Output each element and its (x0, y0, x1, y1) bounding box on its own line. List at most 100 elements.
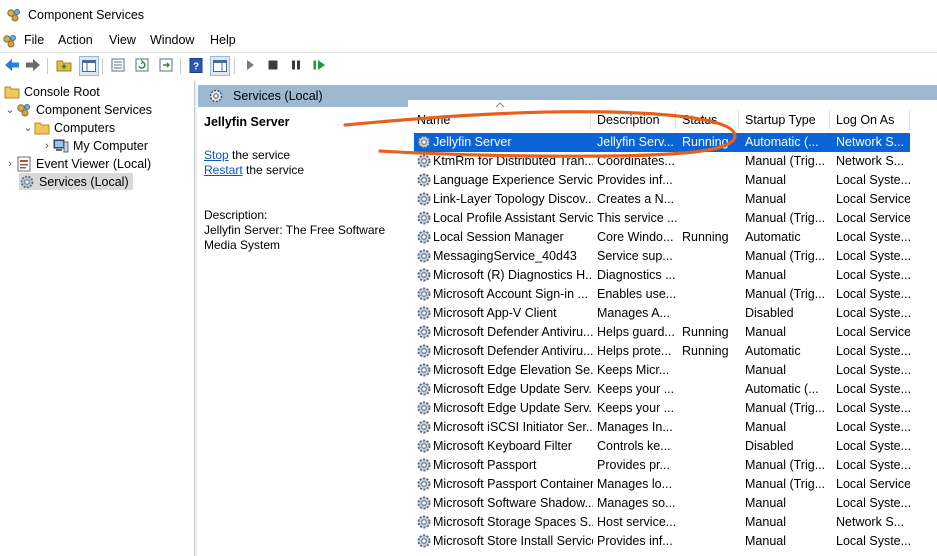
service-row[interactable]: Language Experience Service Provides inf.… (414, 171, 910, 190)
service-gear-icon (417, 477, 431, 491)
service-row[interactable]: Microsoft Software Shadow... Manages so..… (414, 494, 910, 513)
chevron-right-icon[interactable]: › (4, 158, 16, 170)
menu-view[interactable]: View (109, 33, 136, 47)
service-row[interactable]: MessagingService_40d43 Service sup... Manu… (414, 247, 910, 266)
service-row[interactable]: Microsoft (R) Diagnostics H... Diagnostic… (414, 266, 910, 285)
column-header-description[interactable]: Description (597, 113, 660, 127)
service-row[interactable]: Microsoft Storage Spaces S... Host servic… (414, 513, 910, 532)
service-row[interactable]: Microsoft Defender Antiviru... Helps prot… (414, 342, 910, 361)
back-icon[interactable] (3, 56, 21, 74)
menu-file[interactable]: File (24, 33, 44, 47)
service-startup-type: Manual (745, 268, 786, 282)
chevron-down-icon[interactable]: ⌄ (22, 121, 34, 134)
service-row[interactable]: Jellyfin Server Jellyfin Serv... Running Au… (414, 133, 910, 152)
service-row[interactable]: Microsoft Passport Container Manages lo..… (414, 475, 910, 494)
service-description: Provides inf... (597, 534, 673, 548)
service-log-on-as: Local Syste... (836, 344, 910, 358)
service-row[interactable]: Microsoft Defender Antiviru... Helps guar… (414, 323, 910, 342)
service-row[interactable]: Link-Layer Topology Discov... Creates a N… (414, 190, 910, 209)
service-description: Helps prote... (597, 344, 672, 358)
service-gear-icon (417, 420, 431, 434)
service-log-on-as: Local Syste... (836, 287, 910, 301)
up-folder-icon[interactable] (55, 56, 73, 74)
menu-help[interactable]: Help (210, 33, 236, 47)
service-description: Host service... (597, 515, 677, 529)
component-services-icon[interactable] (2, 33, 18, 49)
service-row[interactable]: Microsoft iSCSI Initiator Ser... Manages … (414, 418, 910, 437)
column-header-log-on-as[interactable]: Log On As (836, 113, 894, 127)
column-divider[interactable] (675, 110, 676, 130)
service-row[interactable]: Microsoft Store Install Service Provides … (414, 532, 910, 551)
console-tree: Console Root ⌄ Component Services ⌄ Comp… (0, 81, 195, 556)
menu-window[interactable]: Window (150, 33, 194, 47)
tree-label: Computers (54, 120, 116, 135)
service-log-on-as: Local Syste... (836, 439, 910, 453)
column-divider[interactable] (909, 110, 910, 130)
tree-node-component-services[interactable]: ⌄ Component Services (4, 101, 152, 118)
chevron-right-icon[interactable]: › (41, 140, 53, 152)
service-log-on-as: Local Service (836, 325, 910, 339)
column-header-name[interactable]: Name (417, 113, 450, 127)
service-name: Language Experience Service (433, 173, 593, 187)
service-gear-icon (417, 268, 431, 282)
column-header-status[interactable]: Status (682, 113, 717, 127)
show-hide-tree-icon[interactable] (79, 56, 99, 76)
service-description: Creates a N... (597, 192, 675, 206)
service-status: Running (682, 344, 729, 358)
service-startup-type: Manual (745, 363, 786, 377)
refresh-icon[interactable] (133, 56, 151, 74)
play-icon[interactable] (241, 56, 259, 74)
stop-icon[interactable] (264, 56, 282, 74)
column-header-startup-type[interactable]: Startup Type (745, 113, 816, 127)
service-row[interactable]: Local Session Manager Core Windo... Runnin… (414, 228, 910, 247)
service-name: Local Session Manager (433, 230, 564, 244)
service-row[interactable]: Microsoft Edge Update Serv... Keeps your … (414, 399, 910, 418)
menu-action[interactable]: Action (58, 33, 93, 47)
action-pane-icon[interactable] (210, 56, 230, 76)
forward-icon[interactable] (24, 56, 42, 74)
restart-link[interactable]: Restart (204, 163, 243, 177)
service-row[interactable]: KtmRm for Distributed Tran... Coordinates… (414, 152, 910, 171)
service-row[interactable]: Microsoft Edge Update Serv... Keeps your … (414, 380, 910, 399)
service-startup-type: Manual (745, 515, 786, 529)
service-startup-type: Manual (745, 325, 786, 339)
stop-suffix: the service (228, 148, 291, 162)
tree-node-my-computer[interactable]: › My Computer (41, 137, 148, 154)
column-divider[interactable] (829, 110, 830, 130)
resume-icon[interactable] (310, 56, 328, 74)
service-log-on-as: Local Syste... (836, 382, 910, 396)
stop-link[interactable]: Stop (204, 148, 229, 162)
tree-node-event-viewer[interactable]: › Event Viewer (Local) (4, 155, 151, 172)
service-gear-icon (417, 230, 431, 244)
tree-node-services-local[interactable]: Services (Local) (19, 173, 133, 190)
service-log-on-as: Local Syste... (836, 268, 910, 282)
help-icon[interactable]: ? (187, 56, 205, 74)
pause-icon[interactable] (287, 56, 305, 74)
chevron-down-icon[interactable]: ⌄ (4, 103, 16, 116)
service-row[interactable]: Microsoft Account Sign-in ... Enables use… (414, 285, 910, 304)
services-list: Name Description Status Startup Type Log… (408, 100, 937, 556)
service-gear-icon (417, 439, 431, 453)
tree-node-console-root[interactable]: Console Root (4, 83, 100, 100)
service-row[interactable]: Microsoft App-V Client Manages A... Disabl… (414, 304, 910, 323)
service-log-on-as: Local Syste... (836, 363, 910, 377)
service-row[interactable]: Microsoft Edge Elevation Se... Keeps Micr… (414, 361, 910, 380)
column-divider[interactable] (590, 110, 591, 130)
service-startup-type: Manual (745, 496, 786, 510)
service-description: Enables use... (597, 287, 677, 301)
description-label: Description: (204, 208, 268, 222)
pane-splitter[interactable] (195, 81, 197, 556)
service-gear-icon (417, 154, 431, 168)
service-row[interactable]: Microsoft Passport Provides pr... Manual (… (414, 456, 910, 475)
tree-node-computers[interactable]: ⌄ Computers (22, 119, 115, 136)
properties-icon[interactable] (109, 56, 127, 74)
tree-label: Console Root (24, 84, 100, 99)
service-row[interactable]: Local Profile Assistant Service This serv… (414, 209, 910, 228)
service-log-on-as: Local Service (836, 211, 910, 225)
service-startup-type: Manual (Trig... (745, 287, 826, 301)
service-description: Provides pr... (597, 458, 670, 472)
export-icon[interactable] (157, 56, 175, 74)
column-divider[interactable] (738, 110, 739, 130)
service-row[interactable]: Microsoft Keyboard Filter Controls ke... D… (414, 437, 910, 456)
title-bar: Component Services (0, 0, 937, 30)
